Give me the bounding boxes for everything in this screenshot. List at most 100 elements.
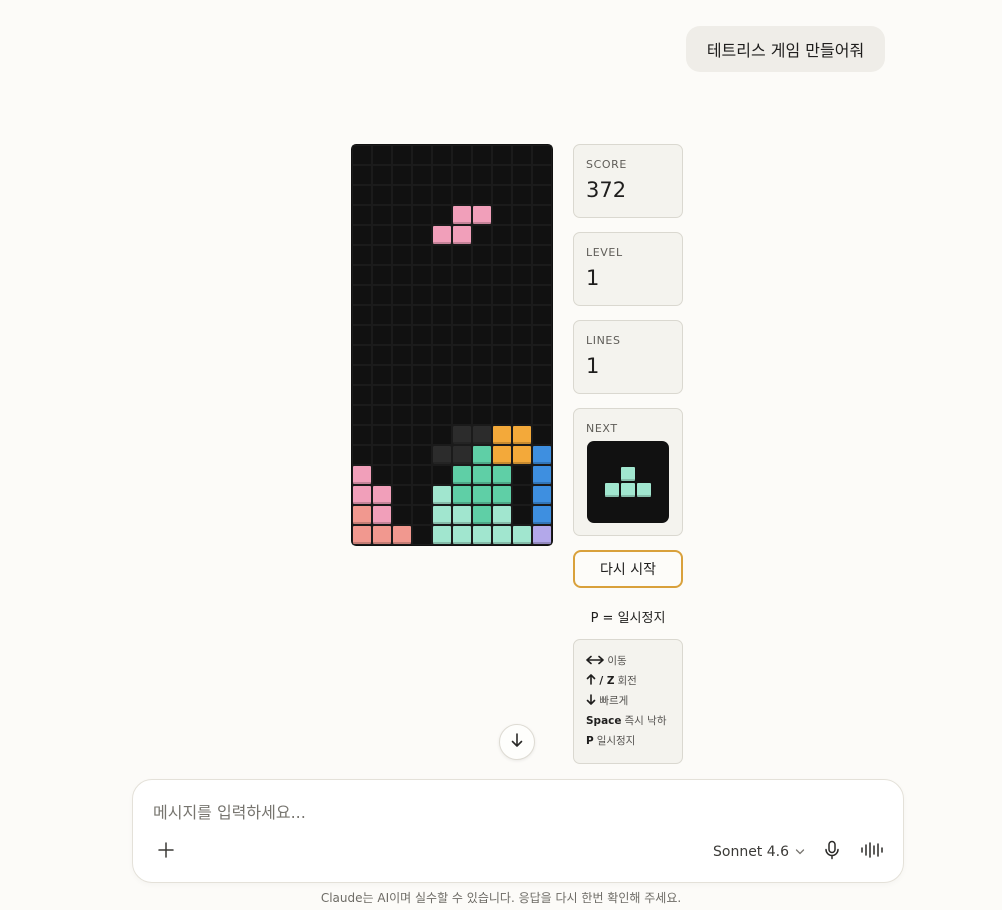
board-grid-cell <box>432 145 452 165</box>
restart-button[interactable]: 다시 시작 <box>573 550 683 588</box>
board-grid-cell <box>352 225 372 245</box>
board-grid-cell <box>452 405 472 425</box>
message-input[interactable] <box>153 800 873 824</box>
board-grid-cell <box>392 505 412 525</box>
board-grid-cell <box>512 505 532 525</box>
board-grid-cell <box>512 385 532 405</box>
disclaimer-text: Claude는 AI이며 실수할 수 있습니다. 응답을 다시 한번 확인해 주… <box>320 891 682 905</box>
board-grid-cell <box>512 485 532 505</box>
board-grid-cell <box>372 365 392 385</box>
board-grid-cell <box>512 285 532 305</box>
board-grid-cell <box>512 465 532 485</box>
tetromino-block <box>533 506 551 524</box>
tetromino-block <box>533 446 551 464</box>
board-grid-cell <box>472 345 492 365</box>
next-piece-block <box>621 483 635 497</box>
board-grid-cell <box>472 265 492 285</box>
level-label: LEVEL <box>586 246 623 259</box>
voice-mode-button[interactable] <box>859 840 885 864</box>
score-value: 372 <box>586 178 627 202</box>
board-grid-cell <box>532 165 552 185</box>
board-grid-cell <box>452 145 472 165</box>
board-grid-cell <box>512 345 532 365</box>
tetromino-block <box>493 426 511 444</box>
board-grid-cell <box>532 265 552 285</box>
board-grid-cell <box>352 345 372 365</box>
board-grid-cell <box>492 245 512 265</box>
board-grid-cell <box>472 405 492 425</box>
tetromino-block <box>453 426 471 444</box>
board-grid-cell <box>492 305 512 325</box>
board-grid-cell <box>392 285 412 305</box>
tetromino-block <box>393 526 411 544</box>
board-grid-cell <box>372 405 392 425</box>
tetromino-block <box>493 526 511 544</box>
board-grid-cell <box>392 365 412 385</box>
tetromino-block <box>433 226 451 244</box>
model-selector[interactable]: Sonnet 4.6 <box>713 841 805 863</box>
board-grid-cell <box>432 305 452 325</box>
board-grid-cell <box>532 225 552 245</box>
control-key: / Z <box>599 675 615 687</box>
scroll-to-bottom-button[interactable] <box>499 724 535 760</box>
down-arrow-icon <box>586 694 599 707</box>
board-grid-cell <box>532 205 552 225</box>
board-grid-cell <box>432 405 452 425</box>
message-composer: Sonnet 4.6 <box>132 779 904 883</box>
board-grid-cell <box>472 145 492 165</box>
tetromino-block <box>453 526 471 544</box>
board-grid-cell <box>432 465 452 485</box>
tetromino-block <box>373 506 391 524</box>
add-attachment-button[interactable] <box>155 841 177 863</box>
board-grid-cell <box>352 425 372 445</box>
board-grid-cell <box>412 305 432 325</box>
control-desc: 일시정지 <box>596 735 636 747</box>
board-grid-cell <box>412 285 432 305</box>
tetromino-block <box>533 466 551 484</box>
board-grid-cell <box>432 385 452 405</box>
control-desc: 빠르게 <box>599 695 629 707</box>
board-grid-cell <box>492 385 512 405</box>
next-label: NEXT <box>586 422 618 435</box>
next-piece-block <box>637 483 651 497</box>
control-desc: 회전 <box>617 675 637 687</box>
tetromino-block <box>433 486 451 504</box>
board-grid-cell <box>432 345 452 365</box>
board-grid-cell <box>392 205 412 225</box>
score-panel: SCORE 372 <box>573 144 683 218</box>
board-grid-cell <box>452 245 472 265</box>
board-grid-cell <box>432 185 452 205</box>
board-grid-cell <box>392 325 412 345</box>
board-grid-cell <box>352 385 372 405</box>
board-grid-cell <box>412 205 432 225</box>
tetromino-block <box>433 506 451 524</box>
tetromino-block <box>533 526 551 544</box>
board-grid-cell <box>432 245 452 265</box>
tetris-board[interactable] <box>351 144 553 546</box>
lines-value: 1 <box>586 354 600 378</box>
tetromino-block <box>533 486 551 504</box>
board-grid-cell <box>392 385 412 405</box>
board-grid-cell <box>412 365 432 385</box>
board-grid-cell <box>512 145 532 165</box>
board-grid-cell <box>532 185 552 205</box>
board-grid-cell <box>352 205 372 225</box>
board-grid-cell <box>412 425 432 445</box>
board-grid-cell <box>492 345 512 365</box>
microphone-button[interactable] <box>821 840 843 864</box>
tetromino-block <box>453 506 471 524</box>
board-grid-cell <box>472 245 492 265</box>
board-grid-cell <box>452 285 472 305</box>
board-grid-cell <box>412 405 432 425</box>
tetromino-block <box>473 526 491 544</box>
tetromino-block <box>453 226 471 244</box>
tetromino-block <box>493 506 511 524</box>
board-grid-cell <box>372 325 392 345</box>
board-grid-cell <box>352 305 372 325</box>
tetromino-block <box>513 426 531 444</box>
next-piece-block <box>621 467 635 481</box>
tetromino-block <box>453 206 471 224</box>
board-grid-cell <box>392 265 412 285</box>
board-grid-cell <box>372 425 392 445</box>
board-grid-cell <box>392 485 412 505</box>
